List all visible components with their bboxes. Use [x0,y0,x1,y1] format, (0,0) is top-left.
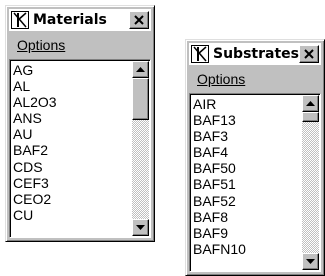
list-item[interactable]: BAFN10 [193,241,300,257]
down-arrow-icon [136,225,145,230]
scroll-down-button[interactable] [132,219,149,236]
list-item[interactable]: CU [13,207,130,223]
vertical-scrollbar[interactable] [132,61,149,236]
scroll-down-button[interactable] [302,253,319,270]
close-icon [304,49,314,59]
app-icon[interactable] [11,11,29,29]
title-bar[interactable]: Substrates [189,43,321,65]
list-item[interactable]: AL2O3 [13,94,130,110]
list-items: AG AL AL2O3 ANS AU BAF2 CDS CEF3 CEO2 CU [13,62,130,235]
scroll-up-button[interactable] [132,61,149,78]
up-arrow-icon [306,101,315,106]
close-button[interactable] [299,45,319,63]
list-item[interactable]: AIR [193,96,300,112]
list-item[interactable]: CEF3 [13,175,130,191]
list-item[interactable]: AL [13,78,130,94]
list-items: AIR BAF13 BAF3 BAF4 BAF50 BAF51 BAF52 BA… [193,96,300,269]
scroll-thumb[interactable] [132,78,149,120]
menu-bar: Options [189,68,321,90]
vertical-scrollbar[interactable] [302,95,319,270]
list-item[interactable]: BAF13 [193,112,300,128]
menu-options-label: Options [197,71,246,87]
window-title: Materials [33,12,107,28]
list-item[interactable]: ANS [13,110,130,126]
menu-options[interactable]: Options [197,71,245,87]
list-item[interactable]: BAF2 [13,142,130,158]
materials-window: Materials Options AG AL AL2O3 ANS AU BAF… [5,5,155,242]
scroll-thumb[interactable] [302,112,319,122]
list-item[interactable]: BAF3 [193,128,300,144]
menu-options-label: Options [17,37,66,53]
list-item[interactable]: AU [13,126,130,142]
list-item[interactable]: BAF4 [193,144,300,160]
down-arrow-icon [306,259,315,264]
list-item[interactable]: BAF9 [193,225,300,241]
list-item[interactable]: BAF51 [193,176,300,192]
list-item[interactable]: CEO2 [13,191,130,207]
list-item[interactable]: BAF8 [193,209,300,225]
list-item[interactable]: BAF50 [193,160,300,176]
window-title: Substrates [213,46,299,62]
up-arrow-icon [136,67,145,72]
menu-options[interactable]: Options [17,37,65,53]
substrates-window: Substrates Options AIR BAF13 BAF3 BAF4 B… [185,39,325,276]
substrates-list[interactable]: AIR BAF13 BAF3 BAF4 BAF50 BAF51 BAF52 BA… [189,93,321,272]
close-button[interactable] [129,11,149,29]
menu-bar: Options [9,34,151,56]
close-icon [134,15,144,25]
list-item[interactable]: CDS [13,159,130,175]
materials-list[interactable]: AG AL AL2O3 ANS AU BAF2 CDS CEF3 CEO2 CU [9,59,151,238]
list-item[interactable]: AG [13,62,130,78]
app-icon[interactable] [191,45,209,63]
scroll-up-button[interactable] [302,95,319,112]
title-bar[interactable]: Materials [9,9,151,31]
list-item[interactable]: BAF52 [193,193,300,209]
